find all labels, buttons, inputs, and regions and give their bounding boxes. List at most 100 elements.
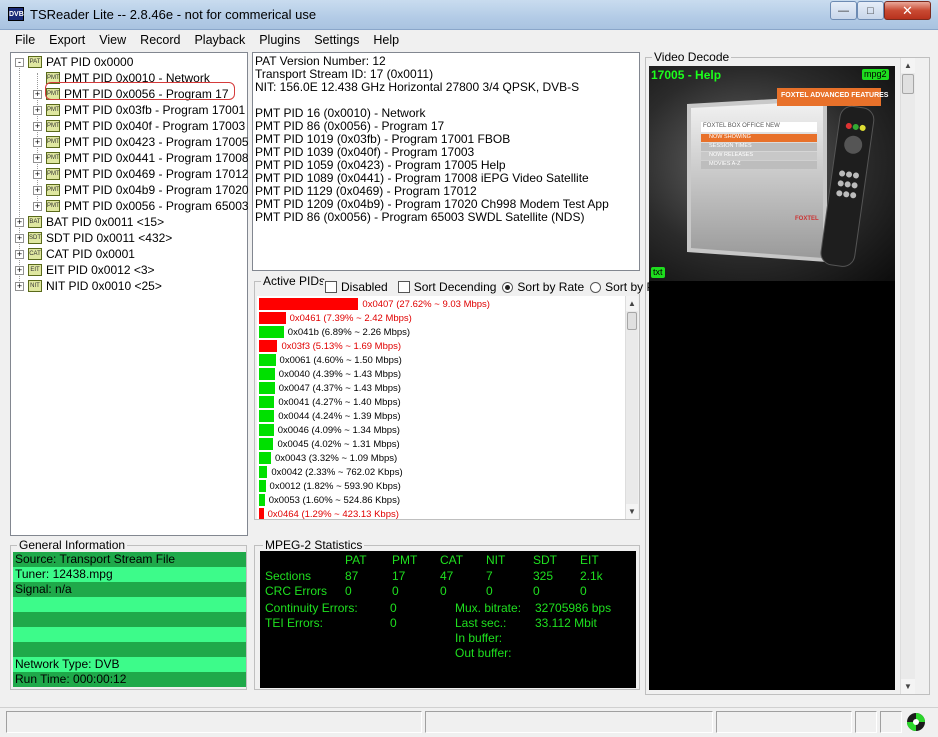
menu-file[interactable]: File [8, 33, 42, 47]
tree-item-table[interactable]: + EIT EIT PID 0x0012 <3> [15, 262, 155, 278]
pid-row[interactable]: 0x0464 (1.29% ~ 423.13 Kbps) [259, 508, 399, 519]
expand-icon[interactable]: + [33, 153, 42, 163]
sort-descending-checkbox[interactable] [397, 281, 410, 293]
video-scrollbar[interactable]: ▲ ▼ [900, 58, 915, 694]
general-information-group: General Information Source: Transport St… [10, 538, 247, 690]
menu-item-2: SESSION TIMES [709, 143, 752, 149]
info-line: NIT: 156.0E 12.438 GHz Horizontal 27800 … [255, 80, 580, 94]
general-info-row [13, 642, 246, 657]
tree-item-table[interactable]: + CAT CAT PID 0x0001 [15, 246, 135, 262]
expand-icon[interactable]: + [33, 121, 42, 131]
sort-descending-label: Sort Decending [413, 280, 497, 294]
expand-icon[interactable]: + [33, 137, 42, 147]
table-icon: PMT [46, 120, 60, 132]
video-decode-group: Video Decode FOXTEL ADVANCED FEATURES FO… [645, 50, 930, 695]
video-scroll-thumb[interactable] [902, 74, 914, 94]
info-panel[interactable]: PAT Version Number: 12 Transport Stream I… [252, 52, 640, 271]
pid-row[interactable]: 0x0012 (1.82% ~ 593.90 Kbps) [259, 480, 401, 492]
txt-badge[interactable]: txt [651, 267, 665, 278]
expand-icon[interactable]: + [15, 281, 24, 291]
pid-rate-label: 0x03f3 (5.13% ~ 1.69 Mbps) [281, 340, 402, 352]
pid-row[interactable]: 0x0041 (4.27% ~ 1.40 Mbps) [259, 396, 401, 408]
tree-item-pmt[interactable]: + PMT PMT PID 0x040f - Program 17003 [33, 118, 245, 134]
crc-eit: 0 [580, 584, 587, 598]
collapse-icon[interactable]: - [15, 57, 24, 67]
status-cell-3 [716, 711, 852, 733]
tree-item-pmt[interactable]: + PMT PMT PID 0x0423 - Program 17005 [33, 134, 249, 150]
tree-item-pmt[interactable]: + PMT PMT PID 0x0469 - Program 17012 [33, 166, 249, 182]
pid-rate-label: 0x041b (6.89% ~ 2.26 Mbps) [287, 326, 411, 338]
expand-icon[interactable]: + [15, 249, 24, 259]
menu-plugins[interactable]: Plugins [252, 33, 307, 47]
tree-item-pmt[interactable]: + PMT PMT PID 0x0441 - Program 17008 [33, 150, 249, 166]
expand-icon[interactable]: + [33, 105, 42, 115]
expand-icon[interactable]: + [33, 185, 42, 195]
pid-tree[interactable]: - PAT PAT PID 0x0000 PMT PMT PID 0x0010 - Ne… [10, 52, 249, 536]
tree-item-table[interactable]: + NIT NIT PID 0x0010 <25> [15, 278, 162, 294]
close-button[interactable]: ✕ [884, 1, 931, 20]
scroll-down-icon[interactable]: ▼ [626, 504, 638, 519]
pid-row[interactable]: 0x0040 (4.39% ~ 1.43 Mbps) [259, 368, 401, 380]
expand-icon[interactable]: + [33, 201, 42, 211]
tree-item-label: PMT PID 0x0469 - Program 17012 [64, 167, 249, 181]
pid-row[interactable]: 0x0053 (1.60% ~ 524.86 Kbps) [259, 494, 400, 506]
tree-item-table[interactable]: + BAT BAT PID 0x0011 <15> [15, 214, 164, 230]
tree-item-label: CAT PID 0x0001 [46, 247, 135, 261]
pid-rate-label: 0x0043 (3.32% ~ 1.09 Mbps) [274, 452, 398, 464]
pid-row[interactable]: 0x0046 (4.09% ~ 1.34 Mbps) [259, 424, 400, 436]
scroll-up-icon[interactable]: ▲ [626, 296, 638, 311]
general-info-row [13, 612, 246, 627]
scroll-thumb[interactable] [627, 312, 637, 330]
menu-playback[interactable]: Playback [187, 33, 252, 47]
crc-sdt: 0 [533, 584, 540, 598]
maximize-button[interactable]: □ [857, 1, 884, 20]
tree-item-pat[interactable]: - PAT PAT PID 0x0000 [15, 54, 133, 70]
pid-rate-bar [259, 312, 286, 324]
last-sec-label: Last sec.: [455, 616, 507, 630]
banner-text: FOXTEL ADVANCED FEATURES [781, 92, 889, 99]
menu-record[interactable]: Record [133, 33, 187, 47]
expand-icon[interactable]: + [15, 217, 24, 227]
pid-row[interactable]: 0x0461 (7.39% ~ 2.42 Mbps) [259, 312, 412, 324]
codec-badge: mpg2 [862, 69, 889, 80]
status-cell-4 [855, 711, 877, 733]
sort-by-rate-radio[interactable] [502, 281, 514, 293]
video-scroll-down-icon[interactable]: ▼ [901, 679, 915, 694]
menu-view[interactable]: View [92, 33, 133, 47]
expand-icon[interactable]: + [15, 233, 24, 243]
pid-row[interactable]: 0x0042 (2.33% ~ 762.02 Kbps) [259, 466, 403, 478]
pid-rate-bar [259, 326, 284, 338]
pid-list-scrollbar[interactable]: ▲ ▼ [625, 296, 638, 519]
tree-item-label: PMT PID 0x03fb - Program 17001 [64, 103, 246, 117]
pid-row[interactable]: 0x0045 (4.02% ~ 1.31 Mbps) [259, 438, 400, 450]
video-display[interactable]: FOXTEL ADVANCED FEATURES FOXTEL BOX OFFI… [649, 66, 895, 690]
sort-by-pid-radio[interactable] [590, 281, 602, 293]
pid-row[interactable]: 0x041b (6.89% ~ 2.26 Mbps) [259, 326, 410, 338]
tree-item-pmt[interactable]: + PMT PMT PID 0x0056 - Program 65003 [33, 198, 249, 214]
video-scroll-up-icon[interactable]: ▲ [901, 58, 915, 73]
disabled-checkbox[interactable] [325, 281, 337, 293]
tree-item-label: PMT PID 0x0423 - Program 17005 [64, 135, 249, 149]
pid-row[interactable]: 0x0061 (4.60% ~ 1.50 Mbps) [259, 354, 402, 366]
disabled-label: Disabled [341, 280, 388, 294]
pid-row[interactable]: 0x0047 (4.37% ~ 1.43 Mbps) [259, 382, 401, 394]
hdr-cat: CAT [440, 553, 464, 567]
menu-export[interactable]: Export [42, 33, 92, 47]
minimize-button[interactable]: — [830, 1, 857, 20]
pid-row[interactable]: 0x0407 (27.62% ~ 9.03 Mbps) [259, 298, 490, 310]
pid-rate-bar [259, 466, 268, 478]
tree-item-pmt[interactable]: + PMT PMT PID 0x04b9 - Program 17020 [33, 182, 249, 198]
tree-item-table[interactable]: + SDT SDT PID 0x0011 <432> [15, 230, 172, 246]
pid-row[interactable]: 0x0043 (3.32% ~ 1.09 Mbps) [259, 452, 397, 464]
sections-eit: 2.1k [580, 569, 603, 583]
active-pid-list[interactable]: 0x0407 (27.62% ~ 9.03 Mbps) 0x0461 (7.39%… [257, 296, 625, 519]
menu-help[interactable]: Help [366, 33, 406, 47]
expand-icon[interactable]: + [33, 169, 42, 179]
menu-settings[interactable]: Settings [307, 33, 366, 47]
pid-row[interactable]: 0x03f3 (5.13% ~ 1.69 Mbps) [259, 340, 401, 352]
pid-rate-label: 0x0461 (7.39% ~ 2.42 Mbps) [289, 312, 412, 324]
pid-row[interactable]: 0x0044 (4.24% ~ 1.39 Mbps) [259, 410, 401, 422]
tree-item-pmt[interactable]: + PMT PMT PID 0x03fb - Program 17001 [33, 102, 245, 118]
expand-icon[interactable]: + [33, 89, 42, 99]
expand-icon[interactable]: + [15, 265, 24, 275]
